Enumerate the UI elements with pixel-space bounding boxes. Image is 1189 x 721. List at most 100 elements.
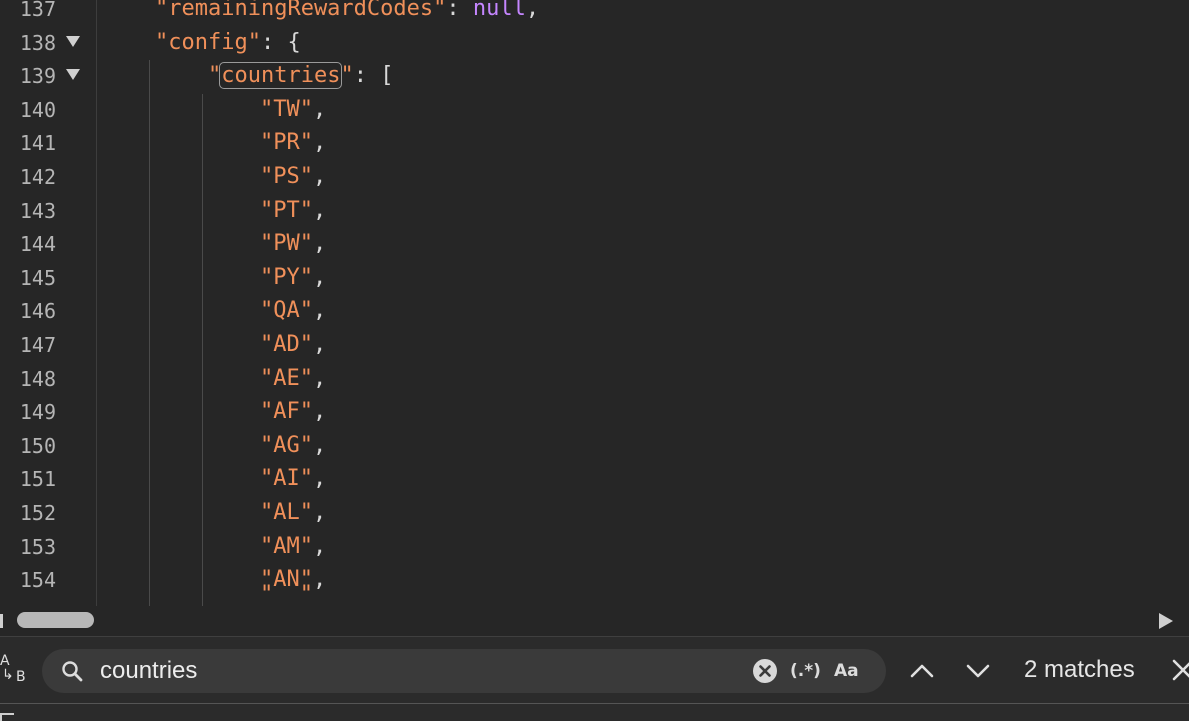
line-number: 148 (19, 366, 56, 391)
code-token: "AL" (260, 500, 313, 525)
code-token: "AI" (260, 466, 313, 492)
code-line: 141 "PR", (0, 126, 1189, 160)
code-token: "TW" (260, 96, 313, 122)
code-token: "QA" (260, 298, 313, 324)
line-number: 151 (19, 467, 56, 492)
code-text: "AG", (260, 429, 326, 463)
code-line: 144 "PW", (0, 227, 1189, 261)
code-text: "PR", (260, 126, 326, 160)
match-count: 2 matches (1024, 656, 1135, 683)
replace-toggle-icon[interactable]: A ↳ B (0, 653, 32, 689)
code-token: , (312, 432, 327, 458)
line-number: 146 (19, 299, 56, 324)
code-token: , (312, 466, 327, 492)
code-token: : [ (353, 63, 394, 89)
line-number: 152 (19, 501, 56, 525)
search-box: (.*) Aa (42, 649, 886, 693)
code-token: , (312, 567, 327, 593)
line-number: 143 (19, 198, 56, 223)
fold-toggle-icon[interactable] (66, 69, 80, 81)
line-number: 139 (19, 64, 56, 89)
code-text: "countries": [ (208, 59, 393, 93)
code-token: , (312, 96, 327, 122)
horizontal-scrollbar[interactable] (0, 606, 1189, 636)
code-token: , (525, 0, 540, 21)
code-text: "AD", (260, 328, 326, 362)
code-line: 150 "AG", (0, 429, 1189, 463)
code-line: 145 "PY", (0, 261, 1189, 295)
code-token: "PW" (260, 231, 313, 257)
find-bar: A↳B (.*) Aa 2 matches (0, 636, 1189, 721)
code-token: , (312, 197, 327, 223)
scroll-right-arrow-icon[interactable] (1159, 613, 1173, 629)
search-input[interactable] (100, 649, 740, 693)
fold-toggle-icon[interactable] (66, 35, 80, 47)
clear-icon[interactable] (752, 658, 778, 684)
search-match-highlight: countries (219, 62, 343, 90)
scrollbar-thumb[interactable] (17, 612, 94, 628)
line-number: 138 (19, 30, 56, 55)
code-line: 154 "AN", (0, 563, 1189, 597)
code-token: "PS" (260, 164, 313, 189)
code-token: : (446, 0, 473, 21)
chevron-down-icon[interactable] (964, 657, 992, 685)
code-line: 148 "AE", (0, 362, 1189, 396)
code-text: "PW", (260, 227, 326, 261)
line-number: 142 (19, 165, 56, 189)
line-number: 144 (19, 232, 56, 257)
code-token: "AE" (260, 365, 313, 391)
line-number: 149 (19, 400, 56, 425)
code-text: "AI", (260, 462, 326, 496)
chevron-up-icon[interactable] (908, 657, 936, 685)
code-token: "PT" (260, 197, 313, 223)
search-icon (62, 661, 83, 682)
code-line: 152 "AL", (0, 496, 1189, 530)
code-token: null (472, 0, 526, 21)
regex-toggle-icon[interactable]: (.*) (790, 657, 821, 685)
code-line: 147 "AD", (0, 328, 1189, 362)
code-line: 140 "TW", (0, 93, 1189, 127)
code-line: 143 "PT", (0, 194, 1189, 228)
code-line: 149 "AF", (0, 395, 1189, 429)
code-token: , (312, 231, 327, 257)
code-line: 146 "QA", (0, 294, 1189, 328)
code-text: "AE", (260, 362, 326, 396)
code-text: "PY", (260, 261, 326, 295)
line-number: 141 (19, 131, 56, 156)
code-token: , (312, 130, 327, 156)
match-case-icon[interactable]: Aa (834, 657, 859, 685)
code-token: , (312, 500, 327, 525)
code-text: "TW", (260, 93, 326, 127)
code-text: "config": { (155, 26, 301, 60)
code-line: 153 "AM", (0, 530, 1189, 564)
code-token: , (312, 164, 327, 189)
close-icon[interactable] (1170, 657, 1189, 683)
line-number: 147 (19, 333, 56, 357)
line-number: 153 (19, 534, 56, 559)
code-text: "AF", (260, 395, 326, 429)
code-token: " (340, 63, 354, 89)
code-token: , (312, 365, 327, 391)
code-text: "AL", (260, 496, 326, 530)
code-text: "AM", (260, 530, 326, 564)
line-number: 140 (19, 97, 56, 122)
code-text: "QA", (260, 294, 326, 328)
code-token: , (312, 264, 327, 290)
code-text: "remainingRewardCodes": null, (155, 0, 539, 26)
code-token: "config" (155, 29, 261, 55)
code-token: "AD" (260, 332, 313, 357)
line-number: 145 (19, 265, 56, 290)
scroll-left-marker (0, 614, 3, 628)
code-token: : { (260, 29, 301, 55)
code-line: 137 "remainingRewardCodes": null, (0, 0, 1189, 26)
code-line: 142 "PS", (0, 160, 1189, 194)
status-divider (0, 703, 1189, 704)
code-token: , (312, 298, 327, 324)
code-token: "PR" (260, 130, 313, 156)
code-token: "AG" (260, 432, 313, 458)
code-token: "remainingRewardCodes" (155, 0, 447, 21)
code-editor[interactable]: 137 "remainingRewardCodes": null, 138 "conf… (0, 0, 1189, 606)
code-line: 139 "countries": [ (0, 59, 1189, 93)
code-token: "AM" (260, 533, 313, 559)
line-number: 150 (19, 433, 56, 458)
